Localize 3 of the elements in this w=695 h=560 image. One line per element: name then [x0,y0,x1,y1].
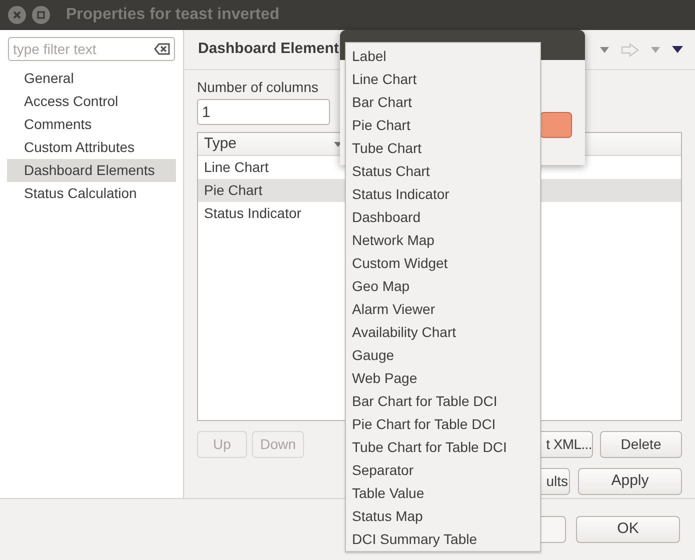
page-title: Dashboard Element [198,39,339,60]
window-title: Properties for teast inverted [66,5,280,25]
columns-label: Number of columns [197,78,318,96]
